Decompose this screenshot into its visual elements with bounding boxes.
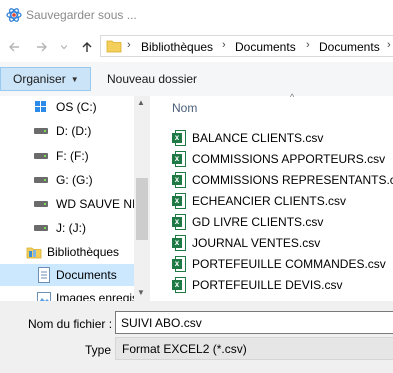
scroll-up-icon[interactable]: ▲ [137, 98, 145, 107]
caret-down-icon: ▼ [70, 74, 79, 84]
drive-icon [34, 200, 48, 208]
file-list-item[interactable]: x JOURNAL VENTES.csv [172, 233, 320, 253]
file-name: COMMISSIONS APPORTEURS.csv [192, 152, 386, 166]
sidebar-item-f[interactable]: F: (F:) [34, 145, 89, 167]
drive-icon [34, 224, 48, 232]
new-folder-button[interactable]: Nouveau dossier [107, 72, 197, 86]
folder-icon [106, 40, 122, 53]
sidebar-item-libraries[interactable]: Bibliothèques [26, 241, 119, 263]
sidebar-scrollbar-thumb[interactable] [136, 178, 148, 240]
sort-ascending-icon: ^ [290, 92, 295, 102]
excel-csv-icon: x [172, 193, 186, 209]
scroll-down-icon[interactable]: ▼ [137, 288, 145, 297]
up-button[interactable] [78, 38, 96, 56]
drive-icon [34, 127, 48, 135]
pictures-icon [37, 292, 51, 301]
sidebar-item-label: Documents [56, 268, 117, 282]
file-name: ECHEANCIER CLIENTS.csv [192, 194, 347, 208]
filename-input[interactable] [115, 311, 393, 334]
organize-label: Organiser [13, 72, 66, 86]
excel-csv-icon: x [172, 277, 186, 293]
arrow-right-icon [37, 42, 47, 52]
file-list-item[interactable]: x PORTEFEUILLE COMMANDES.csv [172, 254, 386, 274]
filename-label: Nom du fichier : [28, 317, 113, 331]
excel-csv-icon: x [172, 214, 186, 230]
excel-csv-icon: x [172, 256, 186, 272]
file-type-select[interactable]: Format EXCEL2 (*.csv) [115, 337, 393, 360]
back-button[interactable] [5, 38, 23, 56]
sidebar-item-j[interactable]: J: (J:) [34, 217, 86, 239]
drive-icon [34, 152, 48, 160]
window-title: Sauvegarder sous ... [26, 8, 137, 22]
sidebar-item-wd-sauve[interactable]: WD SAUVE NID [34, 193, 136, 215]
file-name: BALANCE CLIENTS.csv [192, 131, 324, 145]
file-name: PORTEFEUILLE DEVIS.csv [192, 278, 343, 292]
excel-csv-icon: x [172, 130, 186, 146]
breadcrumb-separator-icon: › [222, 39, 226, 51]
sidebar-item-os-c[interactable]: OS (C:) [34, 96, 97, 118]
sidebar-item-label: G: (G:) [56, 173, 93, 187]
windows-drive-icon [35, 101, 46, 112]
address-bar[interactable]: › Bibliothèques › Documents › Documents … [100, 35, 393, 57]
file-type-label: Type : [85, 343, 118, 357]
sidebar-item-g[interactable]: G: (G:) [34, 169, 93, 191]
navigation-pane: OS (C:) D: (D:) F: (F:) G: (G:) WD SAUVE… [0, 96, 136, 301]
sidebar-item-documents[interactable]: Documents [0, 264, 134, 286]
sidebar-item-label: WD SAUVE NID [56, 197, 136, 211]
arrow-up-icon [82, 42, 92, 52]
file-type-value: Format EXCEL2 (*.csv) [122, 341, 247, 356]
file-list-item[interactable]: x COMMISSIONS APPORTEURS.csv [172, 149, 385, 169]
file-list-item[interactable]: x PORTEFEUILLE DEVIS.csv [172, 275, 343, 295]
sidebar-item-label: J: (J:) [56, 221, 86, 235]
sidebar-item-label: F: (F:) [56, 149, 89, 163]
breadcrumb-separator-icon: › [387, 39, 391, 51]
excel-csv-icon: x [172, 235, 186, 251]
breadcrumb-libraries[interactable]: Bibliothèques [141, 40, 213, 54]
drive-icon [34, 176, 48, 184]
arrow-left-icon [9, 42, 19, 52]
file-list-item[interactable]: x ECHEANCIER CLIENTS.csv [172, 191, 346, 211]
column-header-name[interactable]: Nom [172, 101, 197, 115]
app-logo-icon [6, 8, 22, 22]
file-name: JOURNAL VENTES.csv [192, 236, 321, 250]
file-name: GD LIVRE CLIENTS.csv [192, 215, 324, 229]
sidebar-item-label: OS (C:) [56, 100, 97, 114]
sidebar-item-pictures[interactable]: Images enregis [37, 287, 136, 301]
file-list-item[interactable]: x COMMISSIONS REPRESENTANTS.csv [172, 170, 393, 190]
sidebar-item-d[interactable]: D: (D:) [34, 120, 91, 142]
documents-icon [38, 267, 50, 283]
organize-button[interactable]: Organiser ▼ [0, 67, 91, 91]
file-name: PORTEFEUILLE COMMANDES.csv [192, 257, 386, 271]
sidebar-item-label: Images enregis [56, 291, 136, 301]
excel-csv-icon: x [172, 172, 186, 188]
recent-locations-button[interactable] [58, 38, 70, 56]
sidebar-item-label: D: (D:) [56, 124, 92, 138]
file-name: COMMISSIONS REPRESENTANTS.csv [192, 173, 393, 187]
file-list-item[interactable]: x GD LIVRE CLIENTS.csv [172, 212, 323, 232]
sidebar-item-label: Bibliothèques [47, 245, 120, 259]
chevron-down-icon [60, 45, 68, 50]
breadcrumb-separator-icon: › [306, 39, 310, 51]
file-list-item[interactable]: x BALANCE CLIENTS.csv [172, 128, 323, 148]
excel-csv-icon: x [172, 151, 186, 167]
breadcrumb-documents-current[interactable]: Documents [319, 40, 380, 54]
forward-button[interactable] [33, 38, 51, 56]
breadcrumb-documents[interactable]: Documents [235, 40, 296, 54]
libraries-icon [26, 247, 42, 259]
breadcrumb-separator-icon: › [127, 39, 131, 51]
